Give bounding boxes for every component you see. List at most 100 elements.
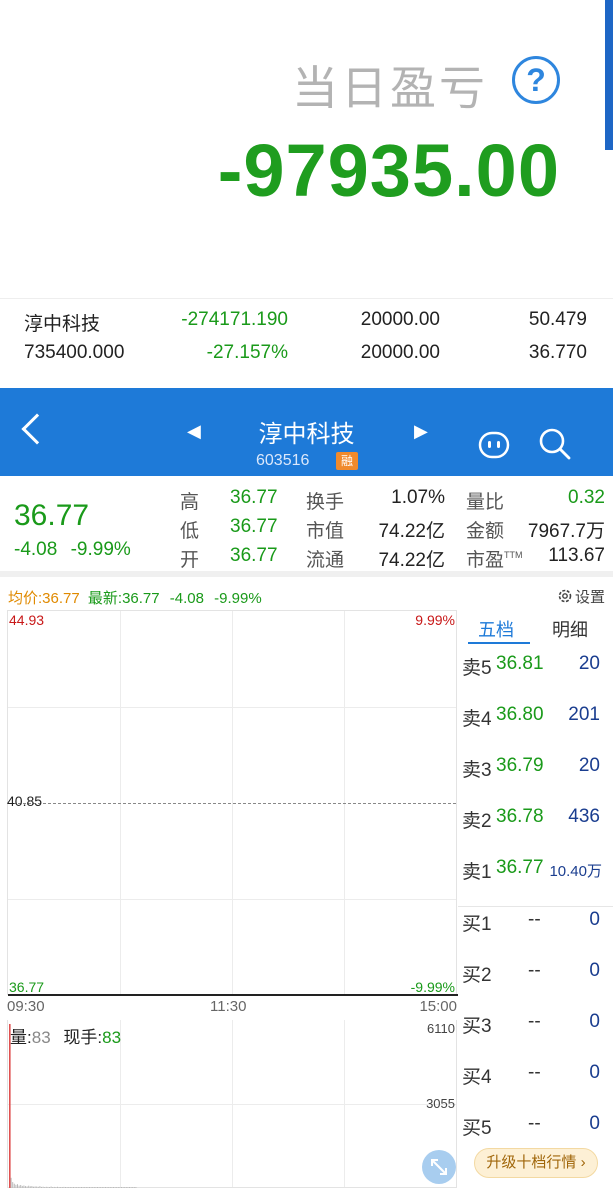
volume-bar <box>68 1187 70 1188</box>
holding-available: 20000.00 <box>360 342 440 363</box>
y-axis-top-pct-label: 9.99% <box>415 612 455 628</box>
volume-bar <box>57 1186 58 1188</box>
tab-five-levels[interactable]: 五档 <box>478 616 514 642</box>
volume-bar <box>109 1187 111 1188</box>
bid-label: 买5 <box>462 1118 492 1139</box>
next-stock-icon[interactable]: ▶ <box>414 421 428 442</box>
ask-row[interactable]: 卖5 36.81 20 <box>458 653 613 683</box>
amount-value: 7967.7万 <box>527 521 605 542</box>
price-chart[interactable]: 44.93 9.99% 40.85 36.77 -9.99% <box>7 610 458 996</box>
volume-bar <box>65 1187 66 1188</box>
volume-bar <box>87 1187 89 1188</box>
holding-market-value: 735400.000 <box>24 342 125 363</box>
volume-bar <box>130 1187 132 1188</box>
ask-row[interactable]: 卖3 36.79 20 <box>458 755 613 785</box>
volume-bar <box>58 1187 60 1188</box>
current-volume-label: 现手: <box>63 1028 103 1047</box>
open-label: 开 <box>180 550 200 571</box>
bid-row[interactable]: 买2 -- 0 <box>458 960 613 990</box>
bid-price: -- <box>528 909 541 930</box>
ask-label: 卖5 <box>462 658 492 679</box>
holding-row: 淳中科技 -274171.190 20000.00 50.479 <box>0 305 613 337</box>
bid-row[interactable]: 买3 -- 0 <box>458 1011 613 1041</box>
volume-bar <box>20 1185 22 1188</box>
search-icon[interactable] <box>538 427 572 461</box>
volume-bar <box>85 1187 87 1188</box>
volume-bar <box>101 1187 103 1188</box>
volume-bar <box>71 1187 73 1188</box>
bid-row[interactable]: 买4 -- 0 <box>458 1062 613 1092</box>
ask-row[interactable]: 卖4 36.80 201 <box>458 704 613 734</box>
assistant-icon[interactable] <box>478 430 510 460</box>
tab-trade-detail[interactable]: 明细 <box>552 616 588 642</box>
pe-value: 113.67 <box>548 545 605 566</box>
volume-bar <box>73 1187 74 1188</box>
volume-header: 量:83 现手:83 <box>10 1023 121 1048</box>
volume-bar <box>135 1187 137 1188</box>
bid-price: -- <box>528 1113 541 1134</box>
turnover-label: 换手 <box>306 492 345 513</box>
holding-price: 36.770 <box>528 342 587 363</box>
ask-label: 卖1 <box>462 862 492 883</box>
ask-label: 卖3 <box>462 760 492 781</box>
volume-bar <box>117 1187 119 1188</box>
volume-bar <box>66 1187 68 1188</box>
expand-chart-icon[interactable] <box>422 1150 456 1184</box>
book-divider <box>458 906 613 907</box>
scrollbar[interactable] <box>605 0 613 150</box>
volume-bar <box>132 1187 134 1188</box>
ask-price: 36.79 <box>496 755 544 776</box>
bid-label: 买2 <box>462 965 492 986</box>
volume-bar <box>121 1187 122 1188</box>
volume-ratio-label: 量比 <box>466 492 505 513</box>
quote-panel: 36.77 -4.08 -9.99% 高 36.77 低 36.77 开 36.… <box>0 477 613 577</box>
help-icon[interactable]: ? <box>512 56 560 104</box>
price-line-svg <box>8 994 458 996</box>
volume-bar <box>89 1187 90 1188</box>
volume-bar <box>119 1187 121 1188</box>
bid-volume: 0 <box>589 1062 600 1083</box>
time-tick: 15:00 <box>419 998 457 1015</box>
volume-bar <box>39 1186 41 1188</box>
pnl-title: 当日盈亏 <box>292 61 488 115</box>
volume-bar <box>95 1187 97 1188</box>
settings-label: 设置 <box>574 589 605 606</box>
holding-profit: -274171.190 <box>181 309 288 330</box>
volume-bar <box>100 1187 102 1188</box>
current-volume-value: 83 <box>102 1028 122 1047</box>
chart-settings-button[interactable]: 设置 <box>557 586 605 607</box>
ask-row[interactable]: 卖2 36.78 436 <box>458 806 613 836</box>
volume-bar <box>125 1187 127 1188</box>
volume-bar <box>15 1184 17 1188</box>
volume-chart[interactable]: 量:83 现手:83 6110 3055 <box>7 1020 457 1188</box>
ask-price: 36.80 <box>496 704 544 725</box>
volume-bar <box>111 1187 113 1188</box>
volume-bar <box>44 1187 46 1188</box>
volume-bar <box>98 1187 100 1188</box>
low-value: 36.77 <box>230 516 278 537</box>
bid-row[interactable]: 买5 -- 0 <box>458 1113 613 1143</box>
volume-bar <box>50 1186 52 1188</box>
pe-ttm-sup: TTM <box>504 550 523 560</box>
volume-bar <box>17 1184 18 1188</box>
ask-row[interactable]: 卖1 36.77 10.40万 <box>458 857 613 887</box>
volume-bar <box>25 1186 26 1188</box>
ask-label: 卖2 <box>462 811 492 832</box>
volume-bar <box>61 1187 63 1188</box>
turnover-value: 1.07% <box>391 487 445 508</box>
volume-bar <box>84 1187 86 1188</box>
volume-bar <box>76 1187 78 1188</box>
pnl-value: -97935.00 <box>217 129 560 212</box>
holding-summary[interactable]: 淳中科技 -274171.190 20000.00 50.479 735400.… <box>0 298 613 378</box>
volume-bar <box>28 1185 30 1188</box>
ask-volume: 436 <box>568 806 600 827</box>
upgrade-ten-level-button[interactable]: 升级十档行情 › <box>474 1148 598 1178</box>
avg-price-label: 均价: <box>8 590 43 607</box>
bid-row[interactable]: 买1 -- 0 <box>458 909 613 939</box>
volume-axis-mid: 3055 <box>426 1096 455 1111</box>
volume-bar <box>41 1186 42 1188</box>
holding-row: 735400.000 -27.157% 20000.00 36.770 <box>0 338 613 370</box>
bid-label: 买3 <box>462 1016 492 1037</box>
low-label: 低 <box>180 521 200 542</box>
volume-bar <box>37 1186 39 1188</box>
